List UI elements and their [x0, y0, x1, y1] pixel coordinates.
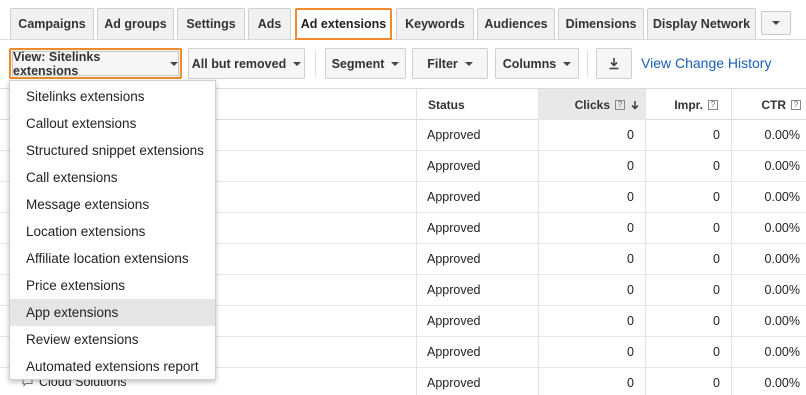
filter-button[interactable]: Filter — [412, 48, 488, 79]
tab-ads[interactable]: Ads — [248, 8, 291, 39]
view-dropdown-label: View: Sitelinks extensions — [13, 49, 101, 78]
column-header-ctr[interactable]: CTR ? — [732, 89, 806, 120]
status-cell: Approved — [427, 252, 481, 266]
columns-button[interactable]: Columns — [495, 48, 579, 79]
clicks-cell: 0 — [627, 283, 634, 297]
clicks-cell: 0 — [627, 190, 634, 204]
impr-cell: 0 — [713, 376, 720, 390]
status-filter-button[interactable]: All but removed — [188, 48, 305, 79]
toolbar-divider — [315, 50, 316, 77]
menu-item-callout-extensions[interactable]: Callout extensions — [10, 110, 215, 137]
tab-bar: Campaigns Ad groups Settings Ads Ad exte… — [0, 0, 806, 40]
clicks-cell: 0 — [627, 376, 634, 390]
menu-item-affiliate-location-extensions[interactable]: Affiliate location extensions — [10, 245, 215, 272]
chevron-down-icon — [293, 61, 302, 66]
download-icon — [609, 58, 619, 70]
help-icon[interactable]: ? — [791, 99, 801, 110]
help-icon[interactable]: ? — [615, 99, 625, 110]
column-header-impr[interactable]: Impr. ? — [646, 89, 732, 120]
tab-keywords[interactable]: Keywords — [396, 8, 474, 39]
status-cell: Approved — [427, 376, 481, 390]
tab-dimensions[interactable]: Dimensions — [558, 8, 644, 39]
chevron-down-icon — [170, 61, 178, 66]
impr-cell: 0 — [713, 283, 720, 297]
tab-ad-groups[interactable]: Ad groups — [97, 8, 174, 39]
column-header-clicks[interactable]: Clicks ? — [539, 89, 646, 120]
ctr-cell: 0.00% — [764, 221, 800, 235]
column-header-impr-label: Impr. — [674, 97, 703, 112]
impr-cell: 0 — [713, 314, 720, 328]
status-cell: Approved — [427, 190, 481, 204]
ctr-cell: 0.00% — [764, 283, 800, 297]
menu-item-sitelinks-extensions[interactable]: Sitelinks extensions — [10, 83, 215, 110]
tab-campaigns[interactable]: Campaigns — [10, 8, 94, 39]
status-filter-label: All but removed — [191, 56, 287, 71]
column-header-ctr-label: CTR — [761, 97, 786, 112]
impr-cell: 0 — [713, 252, 720, 266]
impr-cell: 0 — [713, 190, 720, 204]
help-icon[interactable]: ? — [708, 99, 718, 110]
chevron-down-icon — [563, 61, 572, 66]
clicks-cell: 0 — [627, 221, 634, 235]
segment-button[interactable]: Segment — [325, 48, 406, 79]
ctr-cell: 0.00% — [764, 190, 800, 204]
menu-item-call-extensions[interactable]: Call extensions — [10, 164, 215, 191]
impr-cell: 0 — [713, 221, 720, 235]
menu-item-message-extensions[interactable]: Message extensions — [10, 191, 215, 218]
menu-item-location-extensions[interactable]: Location extensions — [10, 218, 215, 245]
sort-descending-icon — [631, 100, 639, 109]
ctr-cell: 0.00% — [764, 128, 800, 142]
menu-item-structured-snippet-extensions[interactable]: Structured snippet extensions — [10, 137, 215, 164]
columns-label: Columns — [502, 56, 557, 71]
chevron-down-icon — [391, 61, 400, 66]
clicks-cell: 0 — [627, 345, 634, 359]
more-tabs-button[interactable] — [761, 11, 791, 35]
impr-cell: 0 — [713, 345, 720, 359]
ctr-cell: 0.00% — [764, 314, 800, 328]
view-dropdown-menu: Sitelinks extensions Callout extensions … — [9, 80, 216, 380]
segment-label: Segment — [331, 56, 385, 71]
chevron-down-icon — [464, 61, 473, 66]
status-cell: Approved — [427, 345, 481, 359]
ctr-cell: 0.00% — [764, 376, 800, 390]
tab-ad-extensions[interactable]: Ad extensions — [295, 8, 392, 40]
ctr-cell: 0.00% — [764, 252, 800, 266]
impr-cell: 0 — [713, 159, 720, 173]
view-change-history-link[interactable]: View Change History — [641, 55, 771, 71]
ctr-cell: 0.00% — [764, 345, 800, 359]
impr-cell: 0 — [713, 128, 720, 142]
menu-item-automated-extensions-report[interactable]: Automated extensions report — [10, 353, 215, 380]
tab-settings[interactable]: Settings — [177, 8, 245, 39]
tab-display-network[interactable]: Display Network — [647, 8, 756, 39]
menu-item-price-extensions[interactable]: Price extensions — [10, 272, 215, 299]
clicks-cell: 0 — [627, 128, 634, 142]
download-button[interactable] — [596, 48, 632, 79]
view-dropdown-button[interactable]: View: Sitelinks extensions — [9, 48, 182, 79]
column-header-status[interactable]: Status — [428, 89, 528, 120]
clicks-cell: 0 — [627, 314, 634, 328]
status-cell: Approved — [427, 314, 481, 328]
toolbar-divider — [587, 50, 588, 77]
menu-item-review-extensions[interactable]: Review extensions — [10, 326, 215, 353]
ctr-cell: 0.00% — [764, 159, 800, 173]
chevron-down-icon — [772, 21, 780, 25]
status-cell: Approved — [427, 283, 481, 297]
filter-label: Filter — [427, 56, 458, 71]
clicks-cell: 0 — [627, 252, 634, 266]
status-cell: Approved — [427, 221, 481, 235]
column-header-clicks-label: Clicks — [574, 97, 610, 112]
status-cell: Approved — [427, 128, 481, 142]
status-cell: Approved — [427, 159, 481, 173]
tab-audiences[interactable]: Audiences — [477, 8, 555, 39]
clicks-cell: 0 — [627, 159, 634, 173]
menu-item-app-extensions[interactable]: App extensions — [10, 299, 215, 326]
